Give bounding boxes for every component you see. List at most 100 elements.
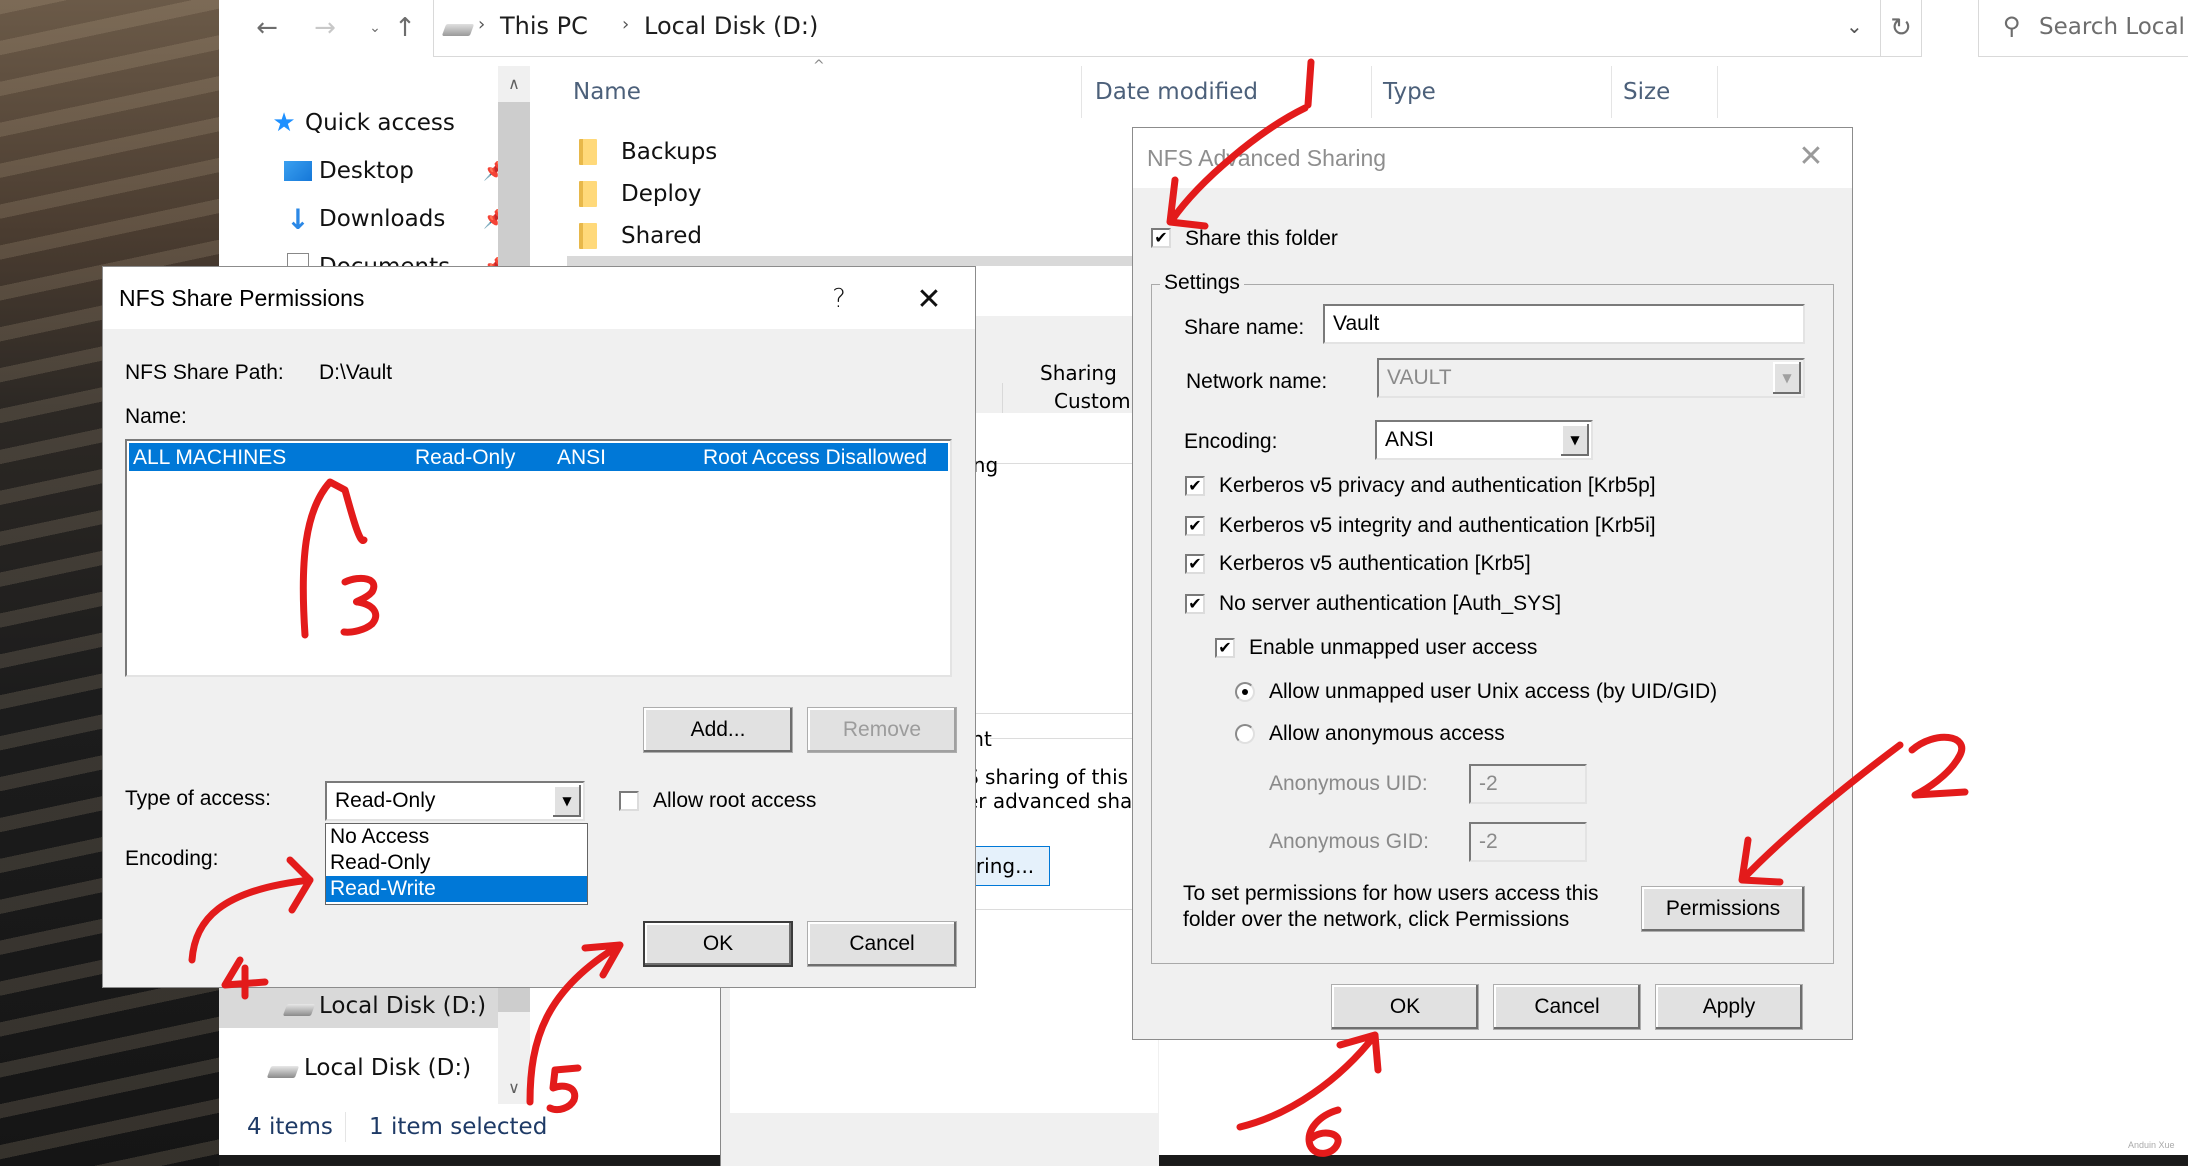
- sidebar-item-label: Downloads: [319, 206, 446, 232]
- breadcrumb-this-pc[interactable]: This PC: [500, 12, 588, 40]
- sidebar-item-local-disk[interactable]: Local Disk (D:): [219, 1050, 498, 1090]
- sidebar-item-label: Local Disk (D:): [304, 1055, 472, 1081]
- option-no-access[interactable]: No Access: [326, 824, 587, 850]
- client-permissions-list[interactable]: ALL MACHINES Read-Only ANSI Root Access …: [125, 439, 952, 677]
- anonymous-gid-label: Anonymous GID:: [1269, 830, 1429, 853]
- ok-button[interactable]: OK: [1331, 984, 1479, 1030]
- search-input[interactable]: ⚲ Search Local Disk (D:): [1978, 0, 2188, 57]
- column-divider[interactable]: [1611, 66, 1612, 118]
- column-header-name[interactable]: Name: [573, 66, 641, 118]
- krb5i-label: Kerberos v5 integrity and authentication…: [1219, 514, 1656, 537]
- file-name: Deploy: [621, 181, 702, 207]
- share-name-input[interactable]: Vault: [1323, 304, 1805, 344]
- auth-sys-checkbox[interactable]: ✔: [1185, 594, 1205, 614]
- apply-button[interactable]: Apply: [1655, 984, 1803, 1030]
- tab-customize[interactable]: Customi: [1054, 389, 1136, 413]
- refresh-icon: ↻: [1890, 13, 1912, 43]
- sidebar-item-desktop[interactable]: Desktop 📌: [283, 152, 505, 190]
- status-bar: 4 items 1 item selected: [219, 1104, 719, 1154]
- network-name-label: Network name:: [1186, 370, 1328, 393]
- permissions-hint: To set permissions for how users access …: [1183, 882, 1599, 905]
- scroll-up-button[interactable]: ∧: [498, 66, 530, 100]
- chevron-down-icon: ∨: [508, 1077, 520, 1097]
- list-item[interactable]: ALL MACHINES Read-Only ANSI Root Access …: [129, 443, 948, 471]
- download-icon: ↓: [286, 202, 310, 236]
- anonymous-access-radio[interactable]: [1235, 724, 1255, 744]
- option-read-only[interactable]: Read-Only: [326, 850, 587, 876]
- back-button[interactable]: ←: [249, 10, 285, 46]
- remove-button[interactable]: Remove: [807, 707, 957, 753]
- advanced-sharing-description: S sharing of this: [966, 765, 1129, 789]
- cancel-button[interactable]: Cancel: [1493, 984, 1641, 1030]
- encoding-label: Encoding:: [125, 847, 219, 870]
- column-divider[interactable]: [1717, 66, 1718, 118]
- check-icon: ✔: [1188, 516, 1202, 535]
- column-divider[interactable]: [1081, 66, 1082, 118]
- krb5p-label: Kerberos v5 privacy and authentication […: [1219, 474, 1656, 497]
- breadcrumb-local-disk[interactable]: Local Disk (D:): [644, 12, 818, 40]
- status-item-count: 4 items: [247, 1114, 333, 1140]
- column-header-type[interactable]: Type: [1383, 66, 1436, 118]
- scroll-down-button[interactable]: ∨: [498, 1070, 530, 1104]
- column-divider[interactable]: [1371, 66, 1372, 118]
- address-bar[interactable]: › This PC › Local Disk (D:) ⌄: [433, 0, 1881, 57]
- status-selection: 1 item selected: [369, 1114, 548, 1140]
- chevron-right-icon: ›: [622, 14, 630, 35]
- ok-button[interactable]: OK: [643, 921, 793, 967]
- tab-sharing[interactable]: Sharing: [1040, 361, 1117, 385]
- unix-access-radio[interactable]: [1235, 682, 1255, 702]
- dialog-titlebar: NFS Advanced Sharing ✕: [1133, 128, 1852, 188]
- close-button[interactable]: ✕: [907, 277, 951, 321]
- refresh-button[interactable]: ↻: [1881, 0, 1922, 57]
- sidebar-item-label: Desktop: [319, 158, 414, 184]
- share-this-folder-label: Share this folder: [1185, 227, 1338, 250]
- dropdown-arrow-icon[interactable]: ▼: [1773, 362, 1801, 394]
- up-button[interactable]: ↑: [387, 10, 423, 46]
- krb5-checkbox[interactable]: ✔: [1185, 554, 1205, 574]
- permissions-button[interactable]: Permissions: [1641, 886, 1805, 932]
- krb5-label: Kerberos v5 authentication [Krb5]: [1219, 552, 1531, 575]
- krb5p-checkbox[interactable]: ✔: [1185, 476, 1205, 496]
- check-icon: ✔: [1188, 594, 1202, 613]
- allow-root-access-checkbox[interactable]: [619, 791, 639, 811]
- type-of-access-select[interactable]: Read-Only ▼: [325, 781, 585, 821]
- option-read-write[interactable]: Read-Write: [326, 876, 587, 902]
- entry-access: Read-Only: [415, 446, 516, 469]
- dropdown-arrow-icon[interactable]: ▼: [1561, 424, 1589, 456]
- share-this-folder-checkbox[interactable]: ✔: [1151, 228, 1171, 248]
- forward-button[interactable]: →: [307, 10, 343, 46]
- status-divider: [345, 1112, 346, 1142]
- encoding-select[interactable]: ANSI ▼: [1375, 420, 1593, 460]
- selected-value: Read-Only: [335, 789, 436, 812]
- close-button[interactable]: ✕: [1789, 134, 1833, 178]
- check-icon: ✔: [1218, 638, 1232, 657]
- address-history-dropdown[interactable]: ⌄: [1846, 14, 1863, 38]
- anonymous-uid-input[interactable]: -2: [1469, 764, 1587, 804]
- unmapped-access-checkbox[interactable]: ✔: [1215, 638, 1235, 658]
- help-icon: ?: [832, 284, 846, 314]
- unmapped-access-label: Enable unmapped user access: [1249, 636, 1538, 659]
- krb5i-checkbox[interactable]: ✔: [1185, 516, 1205, 536]
- type-of-access-label: Type of access:: [125, 787, 271, 810]
- auth-sys-label: No server authentication [Auth_SYS]: [1219, 592, 1562, 615]
- sidebar-item-quick-access[interactable]: ★ Quick access: [269, 104, 455, 142]
- network-name-select[interactable]: VAULT ▼: [1377, 358, 1805, 398]
- address-toolbar: ← → ⌄ ↑ › This PC › Local Disk (D:) ⌄ ↻ …: [219, 0, 2188, 58]
- help-button[interactable]: ?: [817, 277, 861, 321]
- chevron-up-icon: ∧: [508, 73, 520, 93]
- dialog-title: NFS Advanced Sharing: [1147, 145, 1387, 171]
- column-header-size[interactable]: Size: [1623, 66, 1670, 118]
- anonymous-access-label: Allow anonymous access: [1269, 722, 1505, 745]
- column-header-date[interactable]: Date modified: [1095, 66, 1258, 118]
- settings-group-label: Settings: [1160, 271, 1244, 295]
- sidebar-item-local-disk-selected[interactable]: Local Disk (D:): [219, 988, 498, 1028]
- cancel-button[interactable]: Cancel: [807, 921, 957, 967]
- search-placeholder: Search Local Disk (D:): [2039, 14, 2188, 40]
- anonymous-gid-input[interactable]: -2: [1469, 822, 1587, 862]
- sidebar-item-downloads[interactable]: ↓ Downloads 📌: [283, 200, 505, 238]
- dropdown-arrow-icon[interactable]: ▼: [553, 785, 581, 817]
- chevron-down-icon: ⌄: [369, 20, 381, 36]
- anonymous-uid-value: -2: [1479, 772, 1498, 795]
- unix-access-label: Allow unmapped user Unix access (by UID/…: [1269, 680, 1718, 703]
- add-button[interactable]: Add...: [643, 707, 793, 753]
